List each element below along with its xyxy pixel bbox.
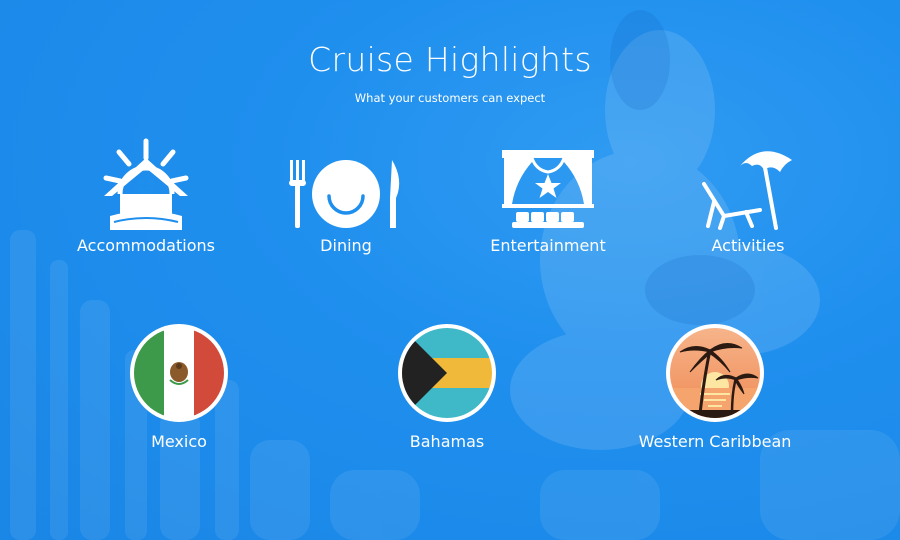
highlight-activities[interactable]: Activities [658, 138, 838, 255]
bahamas-flag-icon [398, 324, 496, 422]
destination-bahamas[interactable]: Bahamas [337, 324, 557, 451]
destination-mexico[interactable]: Mexico [69, 324, 289, 451]
palm-sunset-icon [666, 324, 764, 422]
mexico-flag-icon [130, 324, 228, 422]
destination-label: Mexico [151, 432, 207, 451]
highlight-label: Entertainment [490, 236, 606, 255]
page-subtitle: What your customers can expect [354, 91, 546, 105]
highlight-dining[interactable]: Dining [256, 138, 436, 255]
beach-umbrella-chair-icon [658, 138, 838, 230]
highlight-label: Dining [320, 236, 372, 255]
page-title: Cruise Highlights [308, 40, 592, 79]
theater-stage-icon [458, 138, 638, 230]
house-helm-icon [56, 138, 236, 230]
cruise-highlights-page: Cruise Highlights What your customers ca… [0, 0, 900, 540]
background-reef-image [10, 10, 900, 540]
destination-western-caribbean[interactable]: Western Caribbean [605, 324, 825, 451]
highlight-label: Activities [711, 236, 785, 255]
highlight-label: Accommodations [77, 236, 215, 255]
highlight-entertainment[interactable]: Entertainment [458, 138, 638, 255]
highlight-accommodations[interactable]: Accommodations [56, 138, 236, 255]
destination-label: Western Caribbean [638, 432, 792, 451]
destination-label: Bahamas [409, 432, 485, 451]
plate-cutlery-icon [256, 138, 436, 230]
